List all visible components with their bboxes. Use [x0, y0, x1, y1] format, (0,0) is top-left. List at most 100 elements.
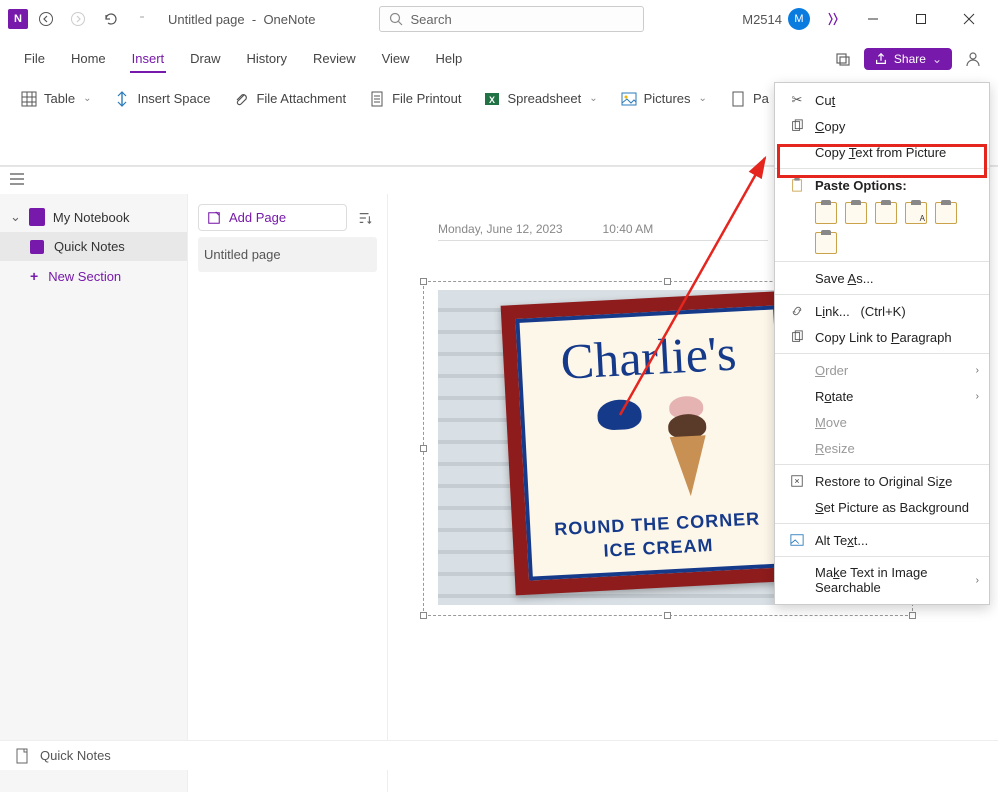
ctx-rotate[interactable]: Rotate›: [775, 383, 989, 409]
add-page-icon: [207, 211, 221, 225]
tab-history[interactable]: History: [235, 45, 299, 72]
page-time: 10:40 AM: [603, 222, 654, 236]
chevron-down-icon: ⌄: [699, 93, 707, 104]
tab-view[interactable]: View: [370, 45, 422, 72]
search-icon: [388, 11, 404, 27]
chevron-down-icon: ⌄: [10, 209, 21, 225]
navigation-toggle[interactable]: [10, 173, 24, 188]
app-icon: N: [8, 9, 28, 29]
ctx-copy[interactable]: Copy: [775, 113, 989, 139]
resize-handle[interactable]: [420, 278, 427, 285]
paste-option-6[interactable]: [815, 232, 837, 254]
ribbon-spreadsheet-label: Spreadsheet: [507, 91, 581, 106]
search-box[interactable]: Search: [379, 6, 644, 32]
add-page-button[interactable]: Add Page: [198, 204, 347, 231]
ctx-make-searchable[interactable]: Make Text in Image Searchable›: [775, 560, 989, 600]
share-icon: [874, 52, 888, 66]
coming-soon-button[interactable]: [820, 6, 846, 32]
sundae-icon: [597, 398, 650, 451]
add-page-label: Add Page: [229, 210, 286, 225]
chevron-down-icon: ⌄: [83, 93, 91, 104]
ctx-alt-text[interactable]: Alt Text...: [775, 527, 989, 553]
ctx-save-as[interactable]: Save As...: [775, 265, 989, 291]
ribbon-file-attachment[interactable]: File Attachment: [222, 84, 356, 114]
ctx-order: Order›: [775, 357, 989, 383]
printout-icon: [368, 90, 386, 108]
scissors-icon: ✂: [789, 92, 805, 108]
svg-text:X: X: [489, 95, 495, 105]
ctx-copy-text-from-picture[interactable]: Copy Text from Picture: [775, 139, 989, 165]
ribbon-printout-label: File Printout: [392, 91, 461, 106]
section-label: Quick Notes: [54, 239, 125, 254]
restore-icon: [789, 473, 805, 489]
forward-button: [64, 5, 92, 33]
link-icon: [789, 303, 805, 319]
share-button[interactable]: Share ⌄: [864, 48, 952, 70]
sort-pages-button[interactable]: [353, 206, 377, 230]
resize-handle[interactable]: [420, 445, 427, 452]
resize-handle[interactable]: [909, 612, 916, 619]
plus-icon: +: [30, 268, 38, 284]
paste-options-label: Paste Options:: [815, 178, 907, 193]
close-button[interactable]: [948, 4, 990, 34]
ribbon-table[interactable]: Table ⌄: [10, 84, 101, 114]
new-section-button[interactable]: + New Section: [0, 261, 187, 291]
paperclip-icon: [232, 90, 250, 108]
copy-icon: [789, 118, 805, 134]
account-icon[interactable]: [960, 46, 986, 72]
ribbon-page-truncated[interactable]: Pa: [719, 84, 779, 114]
ribbon-table-label: Table: [44, 91, 75, 106]
new-section-label: New Section: [48, 269, 121, 284]
user-label: M2514: [742, 12, 782, 27]
cone-icon: [667, 395, 710, 497]
tab-insert[interactable]: Insert: [120, 45, 177, 72]
ribbon-file-printout[interactable]: File Printout: [358, 84, 471, 114]
paste-option-2[interactable]: [845, 202, 867, 224]
user-avatar[interactable]: M: [788, 8, 810, 30]
ctx-paste-options-header: Paste Options:: [775, 172, 989, 198]
notebook-name: My Notebook: [53, 210, 130, 225]
tab-review[interactable]: Review: [301, 45, 368, 72]
paste-option-4[interactable]: A: [905, 202, 927, 224]
ribbon-pa-label: Pa: [753, 91, 769, 106]
chevron-down-icon: ⌄: [589, 93, 597, 104]
resize-handle[interactable]: [664, 278, 671, 285]
maximize-button[interactable]: [900, 4, 942, 34]
ctx-copy-link-paragraph[interactable]: Copy Link to Paragraph: [775, 324, 989, 350]
ribbon-spreadsheet[interactable]: X Spreadsheet ⌄: [473, 84, 607, 114]
resize-handle[interactable]: [420, 612, 427, 619]
ribbon-insert-space[interactable]: Insert Space: [103, 84, 220, 114]
search-placeholder: Search: [410, 12, 451, 27]
open-teams-icon[interactable]: [830, 46, 856, 72]
page-date: Monday, June 12, 2023: [438, 222, 563, 236]
page-icon: [14, 748, 30, 764]
tab-draw[interactable]: Draw: [178, 45, 232, 72]
undo-button[interactable]: [96, 5, 124, 33]
back-button[interactable]: [32, 5, 60, 33]
page-item[interactable]: Untitled page: [198, 237, 377, 272]
paste-option-3[interactable]: [875, 202, 897, 224]
tab-file[interactable]: File: [12, 45, 57, 72]
notebook-dropdown[interactable]: ⌄ My Notebook: [0, 202, 187, 232]
alt-text-icon: [789, 532, 805, 548]
ribbon-insert-space-label: Insert Space: [137, 91, 210, 106]
section-quick-notes[interactable]: Quick Notes: [0, 232, 187, 261]
ribbon-pictures[interactable]: Pictures ⌄: [610, 84, 717, 114]
ctx-set-background[interactable]: Set Picture as Background: [775, 494, 989, 520]
resize-handle[interactable]: [664, 612, 671, 619]
ctx-resize: Resize: [775, 435, 989, 461]
paste-option-1[interactable]: [815, 202, 837, 224]
ctx-restore-original[interactable]: Restore to Original Size: [775, 468, 989, 494]
context-menu: ✂ Cut Copy Copy Text from Picture Paste …: [774, 82, 990, 605]
tab-help[interactable]: Help: [424, 45, 475, 72]
ctx-link[interactable]: Link... (Ctrl+K): [775, 298, 989, 324]
picture-icon: [620, 90, 638, 108]
qat-dropdown[interactable]: ⁼: [128, 5, 156, 33]
ctx-move: Move: [775, 409, 989, 435]
tab-home[interactable]: Home: [59, 45, 118, 72]
minimize-button[interactable]: [852, 4, 894, 34]
paste-option-5[interactable]: [935, 202, 957, 224]
excel-icon: X: [483, 90, 501, 108]
notebook-icon: [29, 208, 45, 226]
ctx-cut[interactable]: ✂ Cut: [775, 87, 989, 113]
